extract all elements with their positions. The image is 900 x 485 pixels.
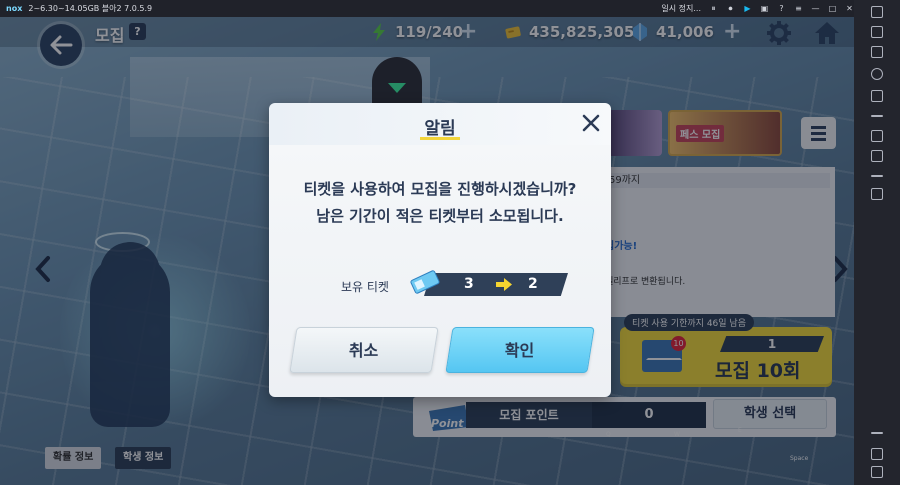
screenshot-icon[interactable] (871, 68, 883, 80)
gift-icon[interactable]: ▣ (760, 4, 769, 13)
ticket-icon (410, 270, 440, 294)
ticket-after: 2 (528, 276, 538, 292)
close-icon[interactable] (581, 113, 601, 133)
confirm-dialog: 알림 티켓을 사용하여 모집을 진행하시겠습니까? 남은 기간이 적은 티켓부터… (269, 103, 611, 397)
emulator-sidebar (854, 0, 900, 485)
help-icon[interactable]: ? (777, 4, 786, 13)
sync-icon[interactable] (871, 115, 883, 117)
more-icon[interactable] (871, 175, 883, 177)
owned-ticket-label: 보유 티켓 (341, 280, 389, 294)
open-external-icon[interactable] (871, 188, 883, 200)
record-screen-icon[interactable] (871, 90, 883, 102)
maximize-icon[interactable]: □ (828, 4, 837, 13)
menu-icon[interactable]: ≡ (794, 4, 803, 13)
keyboard-icon[interactable] (871, 130, 883, 142)
play-icon[interactable]: ▶ (743, 4, 752, 13)
emulator-title: 2~6.30~14.05GB 블아2 7.0.5.9 (28, 4, 153, 13)
emulator-controls: 일시 정지... ⏸ ⏺ ▶ ▣ ? ≡ — □ ✕ (661, 0, 854, 17)
nav-home-icon[interactable] (871, 448, 883, 460)
ticket-change-bar: 3 2 (424, 273, 568, 296)
confirm-button[interactable]: 확인 (445, 327, 595, 373)
dialog-title: 알림 (424, 119, 456, 139)
pause-icon[interactable]: ⏸ (709, 4, 718, 13)
emulator-titlebar: nox 2~6.30~14.05GB 블아2 7.0.5.9 일시 정지... … (0, 0, 900, 17)
volume-down-icon[interactable] (871, 46, 883, 58)
nav-recent-icon[interactable] (871, 466, 883, 478)
dialog-message-line2: 남은 기간이 적은 티켓부터 소모됩니다. (316, 207, 564, 225)
multi-instance-icon[interactable] (871, 150, 883, 162)
arrow-right-icon (496, 278, 512, 291)
volume-up-icon[interactable] (871, 26, 883, 38)
minimize-icon[interactable]: — (811, 4, 820, 13)
close-window-icon[interactable]: ✕ (845, 4, 854, 13)
title-underline (420, 137, 460, 140)
nav-back-icon[interactable] (871, 432, 883, 434)
cancel-button[interactable]: 취소 (289, 327, 439, 373)
record-icon[interactable]: ⏺ (726, 4, 735, 13)
ticket-before: 3 (464, 276, 474, 292)
emulator-logo: nox (6, 4, 23, 13)
pause-label[interactable]: 일시 정지... (661, 3, 701, 14)
sidebar-collapse-icon[interactable] (871, 6, 883, 18)
dialog-message-line1: 티켓을 사용하여 모집을 진행하시겠습니까? (303, 180, 577, 198)
